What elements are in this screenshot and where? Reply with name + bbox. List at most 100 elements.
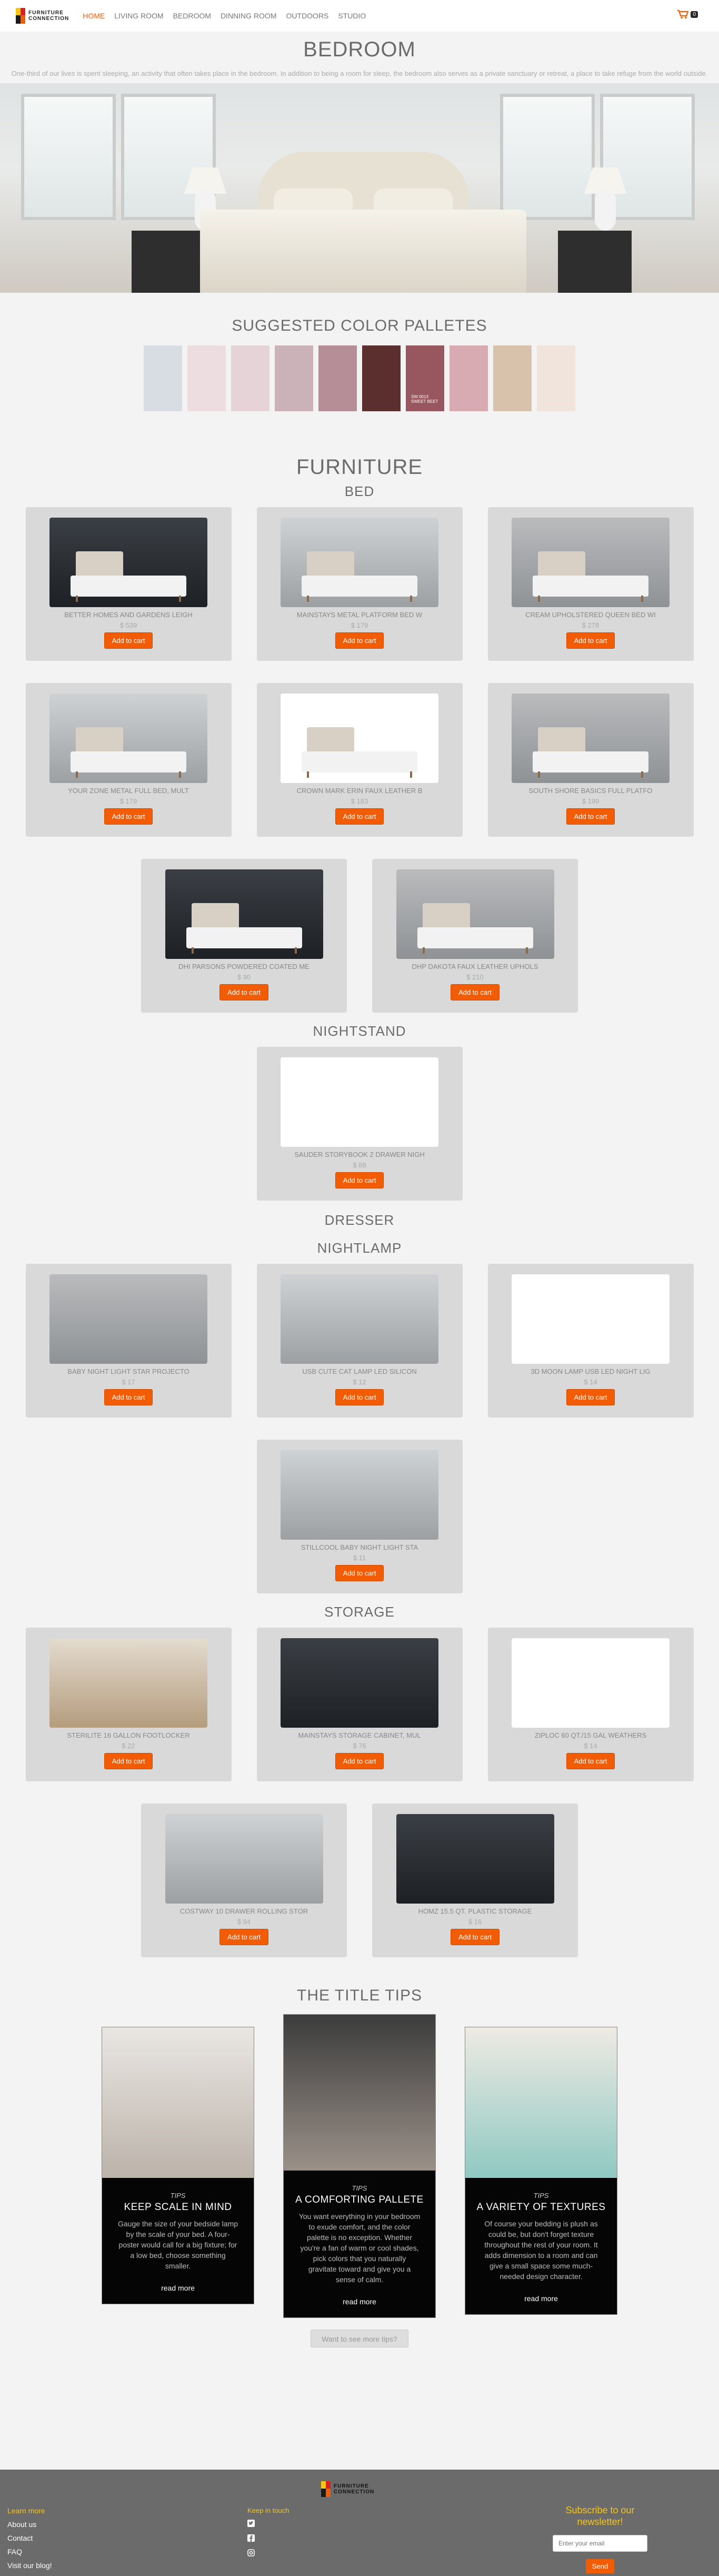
nav-link-studio[interactable]: STUDIO [338,12,366,20]
add-to-cart-button[interactable]: Add to cart [451,1929,500,1945]
bed-legs-shape [191,947,297,954]
read-more-link[interactable]: read more [102,2284,254,2292]
footer-social: Keep in touch [247,2506,289,2564]
product-price: $ 88 [353,1161,366,1169]
more-tips-button[interactable]: Want to see more tips? [311,2330,408,2347]
add-to-cart-button[interactable]: Add to cart [566,632,615,649]
product-image[interactable] [49,1638,207,1728]
product-image[interactable] [165,1814,323,1904]
instagram-icon[interactable] [247,2549,289,2558]
add-to-cart-button[interactable]: Add to cart [219,1929,268,1945]
product-name[interactable]: USB CUTE CAT LAMP LED SILICON [281,1368,438,1375]
product-image[interactable] [281,1638,438,1728]
nav-link-home[interactable]: HOME [83,12,105,20]
footer-logo[interactable]: FURNITURE CONNECTION [321,2481,374,2497]
send-button[interactable]: Send [585,2559,615,2573]
brand-logo[interactable]: FURNITURE CONNECTION [16,8,69,24]
tip-card: TIPS KEEP SCALE IN MIND Gauge the size of … [102,2027,254,2304]
nav-link-bedroom[interactable]: BEDROOM [173,12,211,20]
nav-link-outdoors[interactable]: OUTDOORS [286,12,329,20]
product-price: $ 210 [466,973,484,981]
product-image[interactable] [396,1814,554,1904]
product-name[interactable]: CROWN MARK ERIN FAUX LEATHER B [281,787,438,795]
product-image[interactable] [281,1057,438,1147]
facebook-icon[interactable] [247,2534,289,2543]
product-name[interactable]: STILLCOOL BABY NIGHT LIGHT STA [281,1543,438,1551]
product-name[interactable]: DHI PARSONS POWDERED COATED ME [165,963,323,970]
read-more-link[interactable]: read more [465,2294,617,2303]
product-image[interactable] [281,693,438,783]
product-price: $ 22 [122,1742,135,1750]
footer-link-faq[interactable]: FAQ [7,2548,52,2556]
add-to-cart-button[interactable]: Add to cart [335,1172,384,1188]
add-to-cart-button[interactable]: Add to cart [566,808,615,825]
add-to-cart-button[interactable]: Add to cart [219,984,268,1000]
product-name[interactable]: MAINSTAYS STORAGE CABINET, MUL [281,1731,438,1739]
add-to-cart-button[interactable]: Add to cart [104,1753,153,1769]
cart-button[interactable]: 0 [677,9,698,19]
email-input[interactable] [553,2535,647,2552]
read-more-link[interactable]: read more [284,2297,435,2306]
product-name[interactable]: STERILITE 16 GALLON FOOTLOCKER [49,1731,207,1739]
add-to-cart-button[interactable]: Add to cart [335,1565,384,1581]
footer-link-about[interactable]: About us [7,2520,52,2529]
product-image[interactable] [512,1274,670,1364]
color-swatch: SW 0013 SWEET BEET [406,345,444,411]
footer-link-blog[interactable]: Visit our blog! [7,2561,52,2570]
product-image[interactable] [512,1638,670,1728]
product-card: STILLCOOL BABY NIGHT LIGHT STA $ 11 Add to… [256,1440,463,1593]
product-image[interactable] [165,869,323,959]
product-name[interactable]: CREAM UPHOLSTERED QUEEN BED WI [512,611,670,619]
product-card: SAUDER STORYBOOK 2 DRAWER NIGH $ 88 Add to… [256,1047,463,1201]
add-to-cart-button[interactable]: Add to cart [335,808,384,825]
product-name[interactable]: ZIPLOC 60 QT./15 GAL WEATHERS [512,1731,670,1739]
bed-legs-shape [422,947,528,954]
product-price: $ 179 [351,621,368,629]
product-image[interactable] [281,518,438,607]
nav-link-dinning-room[interactable]: DINNING ROOM [221,12,277,20]
add-to-cart-button[interactable]: Add to cart [104,808,153,825]
product-card: COSTWAY 10 DRAWER ROLLING STOR $ 94 Add to… [141,1804,347,1957]
nav-link-living-room[interactable]: LIVING ROOM [114,12,163,20]
product-image[interactable] [396,869,554,959]
product-name[interactable]: MAINSTAYS METAL PLATFORM BED W [281,611,438,619]
tips-title: THE TITLE TIPS [297,1987,422,2004]
product-name[interactable]: BETTER HOMES AND GARDENS LEIGH [49,611,207,619]
product-image[interactable] [512,693,670,783]
add-to-cart-button[interactable]: Add to cart [451,984,500,1000]
add-to-cart-button[interactable]: Add to cart [104,632,153,649]
add-to-cart-button[interactable]: Add to cart [335,1389,384,1405]
product-name[interactable]: COSTWAY 10 DRAWER ROLLING STOR [165,1907,323,1915]
product-name[interactable]: SAUDER STORYBOOK 2 DRAWER NIGH [281,1151,438,1158]
add-to-cart-button[interactable]: Add to cart [335,632,384,649]
product-name[interactable]: 3D MOON LAMP USB LED NIGHT LIG [512,1368,670,1375]
product-price: $ 12 [353,1378,366,1386]
product-image[interactable] [512,518,670,607]
product-name[interactable]: DHP DAKOTA FAUX LEATHER UPHOLS [396,963,554,970]
product-name[interactable]: HOMZ 15.5 QT. PLASTIC STORAGE [396,1907,554,1915]
add-to-cart-button[interactable]: Add to cart [566,1753,615,1769]
learn-more-title: Learn more [7,2506,45,2515]
add-to-cart-button[interactable]: Add to cart [566,1389,615,1405]
product-image[interactable] [49,1274,207,1364]
product-card: BETTER HOMES AND GARDENS LEIGH $ 539 Add t… [25,507,232,661]
color-swatch [144,345,182,411]
product-image[interactable] [49,693,207,783]
product-card: MAINSTAYS STORAGE CABINET, MUL $ 76 Add to… [256,1628,463,1781]
footer-link-contact[interactable]: Contact [7,2534,52,2542]
product-image[interactable] [281,1450,438,1540]
tip-label: TIPS [352,2184,367,2192]
product-image[interactable] [49,518,207,607]
add-to-cart-button[interactable]: Add to cart [104,1389,153,1405]
product-image[interactable] [281,1274,438,1364]
product-name[interactable]: YOUR ZONE METAL FULL BED, MULT [49,787,207,795]
product-price: $ 199 [582,797,600,805]
product-name[interactable]: BABY NIGHT LIGHT STAR PROJECTO [49,1368,207,1375]
twitter-icon[interactable] [247,2520,289,2529]
footer: FURNITURE CONNECTION Learn more About us… [0,2470,719,2576]
product-name[interactable]: SOUTH SHORE BASICS FULL PLATFO [512,787,670,795]
nightlamp-grid: BABY NIGHT LIGHT STAR PROJECTO $ 17 Add to… [0,1264,719,1593]
add-to-cart-button[interactable]: Add to cart [335,1753,384,1769]
nav-links: HOME LIVING ROOM BEDROOM DINNING ROOM OUTDOO… [83,12,366,20]
hero-bedroom-image [0,83,719,293]
